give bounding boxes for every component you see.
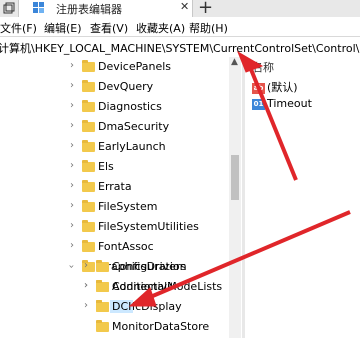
tree-item[interactable]: › Connectivity [0, 277, 230, 297]
tree-item[interactable]: › Els [0, 157, 230, 177]
tree-item[interactable]: › Configuration [0, 257, 230, 277]
scrollbar-thumb[interactable] [231, 155, 239, 200]
folder-icon [96, 280, 109, 292]
tree-item-label: Els [98, 160, 114, 173]
menu-file[interactable]: 文件(F) [0, 20, 37, 36]
tree-item-label: DmaSecurity [98, 120, 170, 133]
folder-icon [82, 200, 95, 212]
tree-item[interactable]: › DevicePanels [0, 57, 230, 77]
tree-item-label: FontAssoc [98, 240, 154, 253]
chevron-right-icon[interactable]: › [84, 260, 88, 271]
folder-icon [96, 260, 109, 272]
chevron-right-icon[interactable]: › [70, 80, 74, 91]
folder-icon [82, 80, 95, 92]
folder-icon [82, 140, 95, 152]
menu-favorites[interactable]: 收藏夹(A) [136, 20, 185, 36]
folder-icon [82, 100, 95, 112]
folder-icon [82, 180, 95, 192]
chevron-right-icon[interactable]: › [70, 140, 74, 151]
folder-icon [96, 300, 109, 312]
title-bar: 注册表编辑器 ✕ + [0, 0, 360, 18]
tree-item-label: Errata [98, 180, 132, 193]
chevron-right-icon[interactable]: › [84, 280, 88, 291]
tree-item-label: Connectivity [112, 280, 172, 293]
window-title: 注册表编辑器 [56, 3, 122, 16]
value-row[interactable]: ab (默认) [252, 79, 298, 95]
window-tab[interactable]: 注册表编辑器 ✕ [18, 0, 193, 17]
scroll-up-icon[interactable]: ▲ [231, 57, 238, 67]
dword-value-icon: 01 [252, 98, 265, 110]
tree-item[interactable]: › FontAssoc [0, 237, 230, 257]
tree-item-dci[interactable]: DCI [0, 297, 230, 317]
tree-item-label: MonitorDataStore [112, 320, 210, 333]
menu-help[interactable]: 帮助(H) [189, 20, 228, 36]
folder-icon [82, 120, 95, 132]
tree-item-label: DevicePanels [98, 60, 172, 73]
tree-item[interactable]: › FileSystem [0, 197, 230, 217]
chevron-right-icon[interactable]: › [70, 240, 74, 251]
string-value-icon: ab [252, 82, 265, 94]
chevron-right-icon[interactable]: › [70, 200, 74, 211]
column-header-name[interactable]: 名称 [252, 59, 274, 75]
tree-item[interactable]: › EarlyLaunch [0, 137, 230, 157]
menu-bar: 文件(F) 编辑(E) 查看(V) 收藏夹(A) 帮助(H) [0, 17, 360, 36]
tree-item[interactable]: › DevQuery [0, 77, 230, 97]
value-name: Timeout [267, 97, 312, 110]
folder-icon [82, 240, 95, 252]
tree-item[interactable]: › Diagnostics [0, 97, 230, 117]
tree-item-label: DCI [110, 300, 134, 313]
address-path[interactable]: 计算机\HKEY_LOCAL_MACHINE\SYSTEM\CurrentCon… [0, 40, 360, 56]
registry-editor-icon [33, 2, 44, 13]
menu-view[interactable]: 查看(V) [90, 20, 128, 36]
chevron-right-icon[interactable]: › [70, 100, 74, 111]
chevron-right-icon[interactable]: › [70, 220, 74, 231]
chevron-right-icon[interactable]: › [70, 120, 74, 131]
folder-icon [82, 60, 95, 72]
close-icon[interactable]: ✕ [180, 0, 189, 13]
tree-item[interactable]: MonitorDataStore [0, 317, 230, 337]
new-tab-icon[interactable]: + [198, 0, 213, 18]
tree-item[interactable]: › FileSystemUtilities [0, 217, 230, 237]
value-name: (默认) [267, 81, 298, 94]
tree-item[interactable]: › DmaSecurity [0, 117, 230, 137]
tree-item[interactable]: › Errata [0, 177, 230, 197]
folder-icon [96, 320, 109, 332]
tree-item-label: FileSystemUtilities [98, 220, 199, 233]
tree-item-label: Configuration [112, 260, 187, 273]
folder-icon [82, 160, 95, 172]
tree-item-label: FileSystem [98, 200, 158, 213]
tree-scrollbar[interactable]: ▲ [229, 57, 241, 338]
chevron-right-icon[interactable]: › [70, 60, 74, 71]
chevron-right-icon[interactable]: › [70, 160, 74, 171]
chevron-right-icon[interactable]: › [70, 180, 74, 191]
address-bar[interactable]: 计算机\HKEY_LOCAL_MACHINE\SYSTEM\CurrentCon… [0, 36, 360, 58]
tree-item-label: DevQuery [98, 80, 154, 93]
tree-item-label: Diagnostics [98, 100, 162, 113]
window-copy-icon[interactable] [2, 1, 16, 15]
value-row[interactable]: 01 Timeout [252, 97, 312, 110]
values-pane[interactable]: 名称 ab (默认) 01 Timeout [245, 57, 360, 338]
tree-item-label: EarlyLaunch [98, 140, 166, 153]
menu-edit[interactable]: 编辑(E) [44, 20, 82, 36]
folder-icon [82, 220, 95, 232]
